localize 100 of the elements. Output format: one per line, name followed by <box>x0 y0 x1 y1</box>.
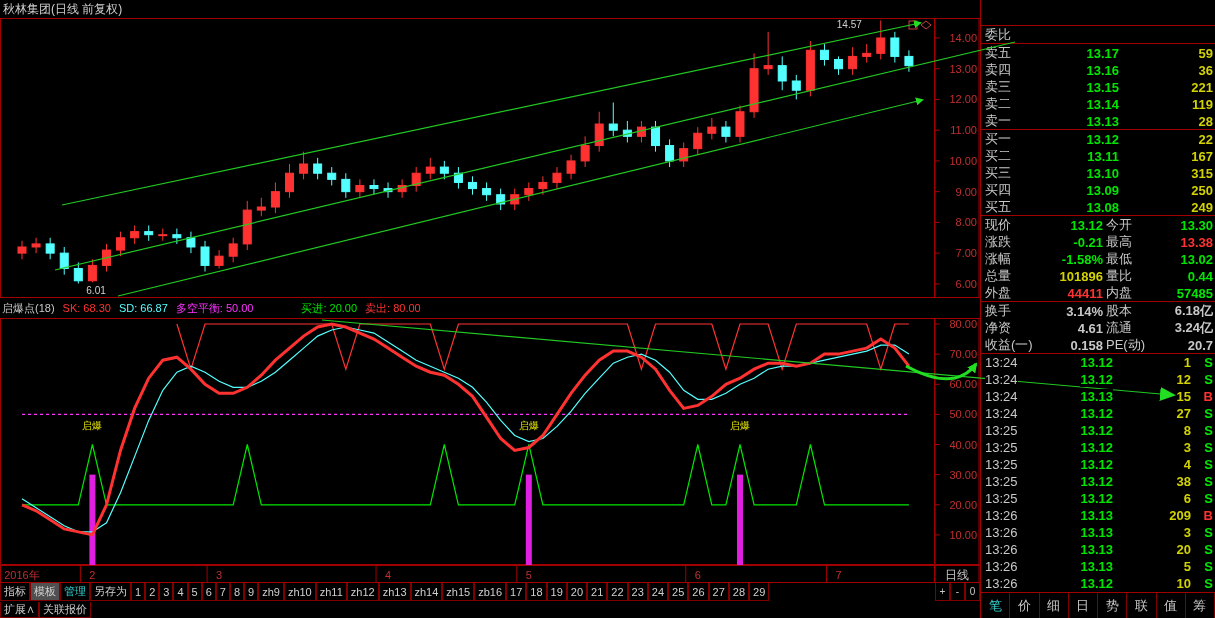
candlestick <box>496 188 506 211</box>
trade-side: B <box>1203 389 1213 404</box>
quote-value: 20.7 <box>1186 337 1213 353</box>
toolbar-tab[interactable]: 27 <box>708 583 729 601</box>
trade-side: S <box>1204 542 1213 557</box>
quote-label: 股本 <box>1105 302 1133 320</box>
zoom-button[interactable]: 0 <box>965 583 980 601</box>
quote-value: 13.30 <box>1179 217 1213 233</box>
toolbar-tab[interactable]: 9 <box>244 583 259 601</box>
candlestick <box>622 120 632 143</box>
axis-label: 20.00 <box>949 498 977 511</box>
candlestick <box>285 163 294 199</box>
ask-price: 13.13 <box>1085 113 1119 129</box>
trade-volume: 6 <box>1183 491 1191 506</box>
zoom-button[interactable]: + <box>935 583 950 601</box>
candlestick <box>763 31 773 76</box>
toolbar-tab[interactable]: 22 <box>607 583 628 601</box>
indicator-title: 启爆点(18) <box>2 300 55 316</box>
toolbar-tab[interactable]: zh12 <box>346 583 379 601</box>
trade-price: 13.12 <box>1080 440 1113 455</box>
bottom-tab[interactable]: 扩展∧ <box>0 602 39 618</box>
trade-side: S <box>1204 440 1213 455</box>
trade-price: 13.12 <box>1080 457 1113 472</box>
toolbar-tab[interactable]: zh14 <box>410 583 443 601</box>
ask-price: 13.16 <box>1085 62 1119 78</box>
bottom-tab[interactable]: 关联报价 <box>39 602 91 618</box>
toolbar-tab[interactable]: 管理 <box>60 583 90 601</box>
trade-price: 13.12 <box>1080 355 1113 370</box>
toolbar-tab[interactable]: 26 <box>688 583 709 601</box>
toolbar-tab[interactable]: 18 <box>526 583 547 601</box>
trade-time: 13:26 <box>985 559 1018 574</box>
axis-label: 10.00 <box>949 154 977 167</box>
toolbar-tab[interactable]: zh9 <box>258 583 284 601</box>
candlestick <box>299 151 309 180</box>
axis-label: 14.00 <box>949 32 977 44</box>
toolbar-tab[interactable]: 28 <box>728 583 750 601</box>
axis-label: 7.00 <box>955 247 977 260</box>
date-label: 3 <box>216 569 223 581</box>
toolbar-tab[interactable]: zh15 <box>442 583 475 601</box>
legend-label: 多空平衡: 50.00 <box>175 300 254 316</box>
candlestick <box>411 166 421 193</box>
axis-label: 30.00 <box>949 468 977 481</box>
toolbar-tab[interactable]: 23 <box>627 583 648 601</box>
toolbar-tab[interactable]: 1 <box>131 583 146 601</box>
toolbar-tab[interactable]: zh10 <box>283 583 316 601</box>
quote-label: 最高 <box>1105 233 1133 251</box>
trade-volume: 209 <box>1169 508 1191 523</box>
toolbar-tab[interactable]: 2 <box>145 583 160 601</box>
toolbar-tab[interactable]: zh13 <box>378 583 411 601</box>
quote-label: 卖五 <box>985 44 1012 62</box>
bid-volume: 250 <box>1190 182 1213 198</box>
candlestick <box>651 120 660 153</box>
ask-price: 13.17 <box>1085 45 1119 61</box>
candlestick <box>636 120 646 143</box>
toolbar-tab[interactable]: 20 <box>566 583 588 601</box>
toolbar-tab[interactable]: 3 <box>159 583 174 601</box>
toolbar-tab[interactable]: 指标 <box>0 583 30 601</box>
toolbar-tab[interactable]: 25 <box>668 583 689 601</box>
toolbar-tab[interactable]: 另存为 <box>90 583 131 601</box>
candlestick <box>87 258 97 283</box>
candlestick <box>848 46 858 76</box>
zoom-button[interactable]: - <box>950 583 965 601</box>
candlestick <box>31 237 41 254</box>
trade-side: S <box>1204 372 1213 387</box>
trade-volume: 3 <box>1183 525 1191 540</box>
toolbar-tab[interactable]: 21 <box>587 583 608 601</box>
axis-label: 12.00 <box>949 93 977 106</box>
trade-volume: 20 <box>1176 542 1191 557</box>
toolbar-tab[interactable]: 19 <box>546 583 567 601</box>
axis-label: 10.00 <box>949 528 977 541</box>
candlestick <box>482 181 492 202</box>
quote-label: 卖四 <box>985 61 1012 79</box>
signal-label: 启爆 <box>518 420 539 432</box>
quote-value: 13.12 <box>1069 217 1103 233</box>
toolbar-tab[interactable]: 24 <box>647 583 669 601</box>
quote-value: 0.158 <box>1069 337 1103 353</box>
toolbar-tab[interactable]: 模板 <box>30 583 60 601</box>
price-label: 6.01 <box>86 284 106 296</box>
ask-volume: 59 <box>1197 45 1213 61</box>
trade-volume: 1 <box>1183 355 1191 370</box>
trade-price: 13.12 <box>1080 372 1113 387</box>
candlestick <box>242 200 252 251</box>
candlestick <box>791 74 801 100</box>
toolbar-tab[interactable]: zb16 <box>474 583 507 601</box>
trade-side: S <box>1204 457 1213 472</box>
toolbar-tab[interactable]: 29 <box>749 583 770 601</box>
toolbar-tab[interactable]: zh11 <box>315 583 347 601</box>
candlestick <box>256 197 266 217</box>
quote-label: 涨跌 <box>985 233 1012 251</box>
bid-price: 13.10 <box>1085 165 1119 181</box>
trade-price: 13.12 <box>1080 474 1113 489</box>
toolbar-tab[interactable]: 4 <box>173 583 188 601</box>
trade-time: 13:25 <box>985 474 1018 489</box>
candlestick <box>144 224 154 242</box>
square-icon[interactable] <box>908 20 918 30</box>
toolbar-tab[interactable]: 17 <box>506 583 527 601</box>
quote-label: 净资 <box>985 319 1012 337</box>
trade-side: S <box>1204 406 1213 421</box>
diamond-icon[interactable] <box>920 20 932 30</box>
candlestick <box>566 154 576 180</box>
